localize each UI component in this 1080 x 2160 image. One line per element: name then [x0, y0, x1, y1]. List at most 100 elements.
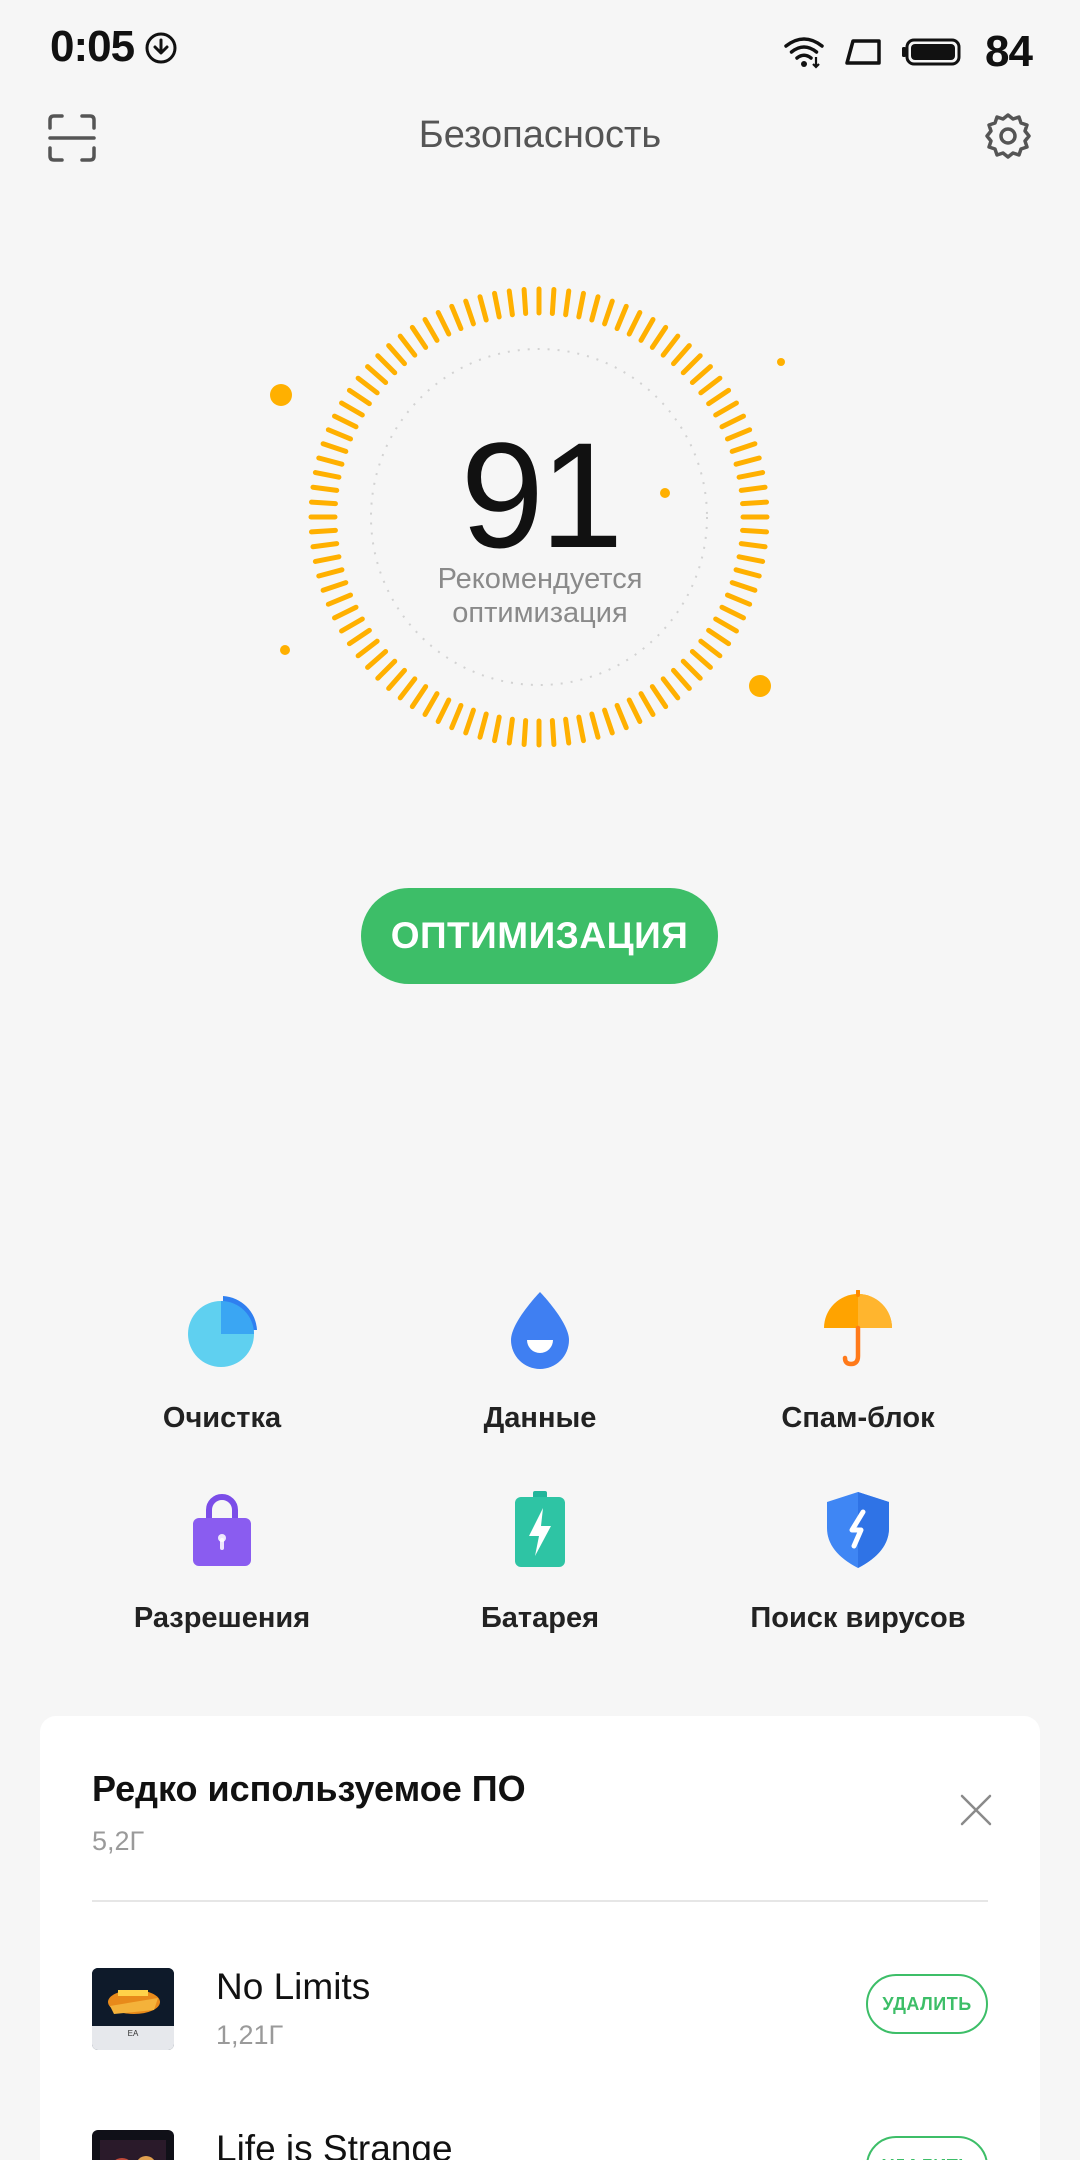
gauge-tick [660, 676, 681, 701]
delete-button[interactable]: УДАЛИТЬ [866, 2136, 988, 2160]
gauge-tick [638, 317, 656, 343]
app-icon-life-is-strange[interactable] [92, 2130, 174, 2160]
card-divider [92, 1900, 988, 1902]
gauge-tick [365, 649, 389, 670]
gauge-orbit-dot [777, 358, 785, 366]
tool-spam-block-label: Спам-блок [781, 1402, 935, 1434]
gauge-tick [422, 317, 440, 343]
gauge-tick [549, 718, 557, 748]
gauge-tick [563, 716, 572, 746]
gauge-orbit-dot [280, 645, 290, 655]
gauge-tick [602, 707, 615, 736]
gauge-tick [689, 649, 713, 670]
tool-virus-scan[interactable]: Поиск вирусов [698, 1490, 1018, 1660]
gauge-tick [563, 288, 572, 318]
gauge-tick [638, 691, 656, 717]
card-total-size: 5,2Г [92, 1826, 145, 1856]
gauge-tick [506, 716, 515, 746]
tool-cleanup[interactable]: Очистка [62, 1290, 382, 1460]
wifi-icon [784, 37, 824, 69]
gauge-tick [576, 714, 586, 744]
gauge-tick [492, 290, 502, 320]
optimize-button[interactable]: ОПТИМИЗАЦИЯ [361, 888, 718, 984]
tool-data[interactable]: Данные [380, 1290, 700, 1460]
security-score: 91 [460, 411, 624, 579]
list-item: EA No Limits 1,21Г УДАЛИТЬ [92, 1962, 988, 2082]
lock-icon [193, 1494, 251, 1566]
gauge-tick [649, 324, 669, 350]
umbrella-icon [824, 1290, 892, 1367]
list-item: Life is Strange УДАЛИТЬ [92, 2124, 988, 2160]
app-name: No Limits [216, 1966, 371, 2007]
gauge-tick [649, 684, 669, 710]
battery-bolt-icon [515, 1491, 565, 1567]
gauge-tick [422, 691, 440, 717]
gauge-tick [626, 697, 643, 724]
gauge-tick [477, 294, 489, 323]
gauge-tick [589, 294, 601, 323]
shield-icon [827, 1492, 889, 1568]
tool-virus-scan-label: Поиск вирусов [750, 1602, 966, 1634]
status-bar: 0:05 84 [0, 0, 1080, 100]
gauge-tick [589, 711, 601, 740]
gauge-tick [549, 286, 557, 316]
top-bar: Безопасность [0, 100, 1080, 180]
gauge-tick [521, 286, 529, 316]
gauge-tick [375, 658, 398, 681]
page-title: Безопасность [418, 114, 662, 156]
gauge-tick [463, 298, 476, 327]
gauge-tick [435, 697, 452, 724]
download-icon [145, 32, 177, 64]
app-icon-no-limits[interactable]: EA [92, 1968, 174, 2050]
gauge-tick [346, 387, 372, 407]
settings-icon[interactable] [980, 110, 1036, 166]
security-score-gauge: 91 Рекомендуется оптимизация [260, 270, 820, 790]
gauge-tick [660, 333, 681, 358]
gauge-orbit-dot [749, 675, 771, 697]
gauge-tick [355, 375, 380, 396]
gauge-tick [355, 638, 380, 659]
battery-percent: 84 [985, 27, 1033, 76]
gauge-tick [477, 711, 489, 740]
gauge-tick [576, 290, 586, 320]
gauge-orbit-dot [270, 384, 292, 406]
status-time: 0:05 [50, 22, 135, 71]
gauge-tick [698, 638, 723, 659]
svg-text:EA: EA [128, 2029, 139, 2038]
security-screen: 0:05 84 Безопасность 91 Рекомендуется оп… [0, 0, 1080, 2160]
tool-permissions-label: Разрешения [133, 1602, 311, 1634]
tool-battery[interactable]: Батарея [380, 1490, 700, 1660]
gauge-tick [449, 702, 464, 731]
gauge-tick [671, 343, 692, 367]
tool-spam-block[interactable]: Спам-блок [698, 1290, 1018, 1460]
tool-permissions[interactable]: Разрешения [62, 1490, 382, 1660]
close-icon[interactable] [958, 1792, 994, 1828]
score-status-line1: Рекомендуется [437, 563, 643, 595]
gauge-tick [397, 333, 418, 358]
gauge-tick [671, 667, 692, 691]
gauge-tick [397, 676, 418, 701]
gauge-tick [346, 627, 372, 647]
tool-data-label: Данные [483, 1402, 597, 1434]
battery-icon [902, 38, 961, 66]
rarely-used-apps-card: Редко используемое ПО 5,2Г EA No Limits … [40, 1716, 1040, 2160]
gauge-tick [680, 353, 703, 376]
tool-cleanup-label: Очистка [162, 1402, 282, 1434]
gauge-tick [463, 707, 476, 736]
app-size: 1,21Г [216, 2020, 284, 2050]
gauge-tick [506, 288, 515, 318]
gauge-tick [492, 714, 502, 744]
gauge-tick [689, 364, 713, 385]
gauge-tick [409, 684, 429, 710]
app-name: Life is Strange [216, 2128, 453, 2160]
gauge-tick [713, 400, 739, 418]
tool-battery-label: Батарея [480, 1602, 600, 1634]
gauge-tick [626, 310, 643, 337]
delete-button[interactable]: УДАЛИТЬ [866, 1974, 988, 2034]
gauge-tick [680, 658, 703, 681]
gauge-tick [698, 375, 723, 396]
gauge-tick [521, 718, 529, 748]
gauge-tick [602, 298, 615, 327]
card-title: Редко используемое ПО [92, 1768, 526, 1809]
gauge-tick [706, 387, 732, 407]
